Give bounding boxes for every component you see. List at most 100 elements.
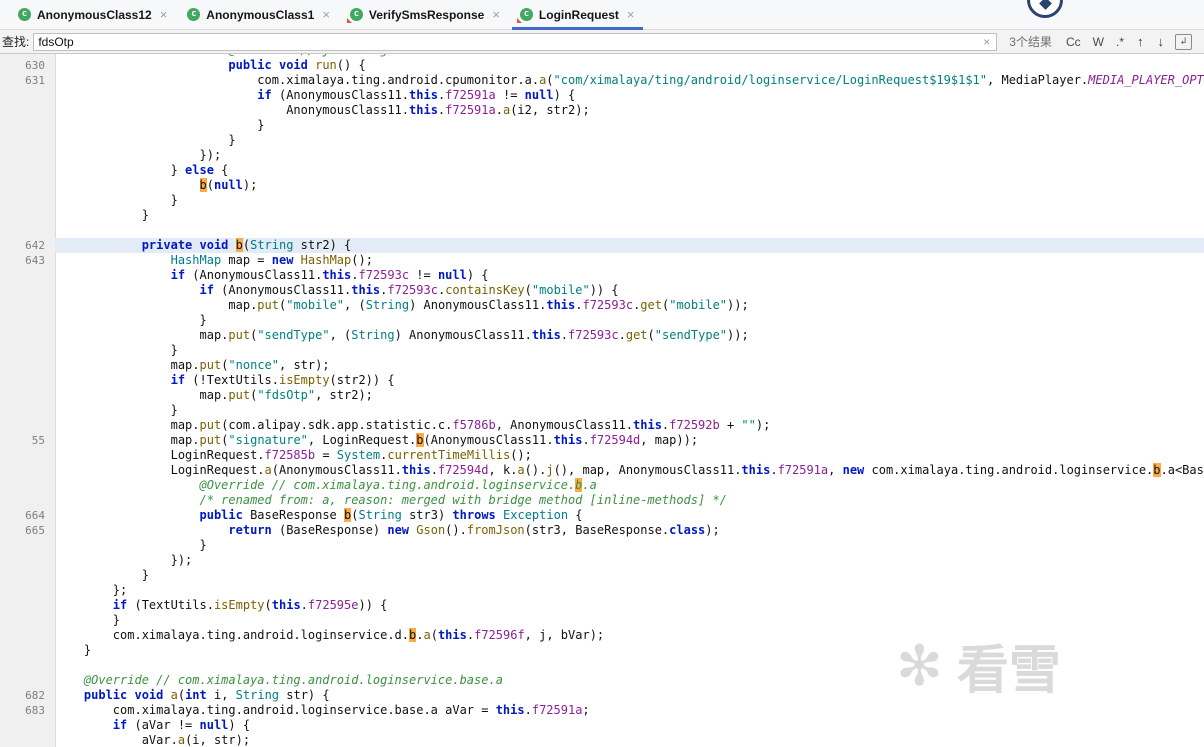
code-text[interactable]: b(null); <box>55 178 1204 193</box>
code-text[interactable]: } <box>55 538 1204 553</box>
code-text[interactable]: private void b(String str2) { <box>55 238 1204 253</box>
tab-label: AnonymousClass1 <box>206 7 315 22</box>
code-text[interactable]: return (BaseResponse) new Gson().fromJso… <box>55 523 1204 538</box>
code-text[interactable]: public void a(int i, String str) { <box>55 688 1204 703</box>
code-text[interactable]: if (AnonymousClass11.this.f72593c.contai… <box>55 283 1204 298</box>
line-number: 665 <box>25 524 45 537</box>
code-line: } <box>0 643 1204 658</box>
code-text[interactable]: }; <box>55 583 1204 598</box>
code-text[interactable]: aVar.a(i, str); <box>55 733 1204 747</box>
code-text[interactable]: HashMap map = new HashMap(); <box>55 253 1204 268</box>
line-number <box>0 538 55 553</box>
code-text[interactable]: if (aVar != null) { <box>55 718 1204 733</box>
code-text[interactable]: }); <box>55 148 1204 163</box>
clear-search-icon[interactable]: × <box>977 35 996 49</box>
search-extra-icon[interactable]: ↲ <box>1175 33 1192 50</box>
tab-close-icon[interactable]: × <box>322 8 330 21</box>
line-number <box>0 283 55 298</box>
code-text[interactable]: } <box>55 343 1204 358</box>
tab-LoginRequest[interactable]: c LoginRequest × <box>510 0 645 30</box>
code-text[interactable]: /* renamed from: a, reason: merged with … <box>55 493 1204 508</box>
tab-VerifySmsResponse[interactable]: c VerifySmsResponse × <box>340 0 510 29</box>
code-text[interactable]: @Override // com.ximalaya.ting.android.l… <box>55 673 1204 688</box>
code-text[interactable]: if (!TextUtils.isEmpty(str2)) { <box>55 373 1204 388</box>
next-match-button[interactable]: ↓ <box>1151 34 1172 49</box>
code-text[interactable]: } <box>55 313 1204 328</box>
code-text[interactable]: com.ximalaya.ting.android.loginservice.d… <box>55 628 1204 643</box>
line-number <box>0 673 55 688</box>
tab-AnonymousClass1[interactable]: c AnonymousClass1 × <box>177 0 340 29</box>
code-line: } else { <box>0 163 1204 178</box>
code-line: 664 public BaseResponse b(String str3) t… <box>0 508 1204 523</box>
search-toggles: Cc W .* <box>1060 35 1130 49</box>
tab-bar: c AnonymousClass12 × c AnonymousClass1 × c Veri… <box>0 0 1204 30</box>
code-text[interactable]: } <box>55 403 1204 418</box>
line-number <box>0 493 55 508</box>
code-text[interactable] <box>55 223 1204 238</box>
code-lines: @Override // java.lang.Runnable630 publi… <box>0 54 1204 747</box>
code-text[interactable] <box>55 658 1204 673</box>
code-text[interactable]: } <box>55 568 1204 583</box>
line-number <box>0 643 55 658</box>
line-number <box>0 718 55 733</box>
class-icon: c <box>516 8 533 23</box>
line-number <box>0 373 55 388</box>
code-text[interactable]: AnonymousClass11.this.f72591a.a(i2, str2… <box>55 103 1204 118</box>
class-icon: c <box>346 8 363 23</box>
code-text[interactable]: LoginRequest.f72585b = System.currentTim… <box>55 448 1204 463</box>
code-text[interactable]: if (AnonymousClass11.this.f72593c != nul… <box>55 268 1204 283</box>
code-text[interactable]: } <box>55 133 1204 148</box>
editor[interactable]: @Override // java.lang.Runnable630 publi… <box>0 54 1204 747</box>
code-text[interactable]: }); <box>55 553 1204 568</box>
code-text[interactable]: map.put("fdsOtp", str2); <box>55 388 1204 403</box>
code-text[interactable]: } <box>55 208 1204 223</box>
code-line: } <box>0 118 1204 133</box>
line-number <box>0 313 55 328</box>
line-number <box>0 418 55 433</box>
search-field[interactable]: × <box>33 32 998 51</box>
code-line: if (TextUtils.isEmpty(this.f72595e)) { <box>0 598 1204 613</box>
code-text[interactable]: } <box>55 643 1204 658</box>
code-text[interactable]: map.put(com.alipay.sdk.app.statistic.c.f… <box>55 418 1204 433</box>
line-number: 683 <box>25 704 45 717</box>
code-text[interactable]: @Override // com.ximalaya.ting.android.l… <box>55 478 1204 493</box>
whole-word-toggle[interactable]: W <box>1087 35 1110 49</box>
code-line: 642 private void b(String str2) { <box>0 238 1204 253</box>
code-text[interactable]: if (TextUtils.isEmpty(this.f72595e)) { <box>55 598 1204 613</box>
code-text[interactable]: } <box>55 613 1204 628</box>
line-number <box>0 448 55 463</box>
search-input[interactable] <box>34 34 978 49</box>
line-number <box>0 613 55 628</box>
code-text[interactable]: map.put("sendType", (String) AnonymousCl… <box>55 328 1204 343</box>
line-number <box>0 343 55 358</box>
code-text[interactable]: map.put("nonce", str); <box>55 358 1204 373</box>
match-case-toggle[interactable]: Cc <box>1060 35 1087 49</box>
line-number <box>0 403 55 418</box>
tab-close-icon[interactable]: × <box>627 8 635 21</box>
regex-toggle[interactable]: .* <box>1110 35 1130 49</box>
line-number <box>0 178 55 193</box>
code-text[interactable]: } <box>55 193 1204 208</box>
code-text[interactable]: } <box>55 118 1204 133</box>
class-icon: c <box>187 8 201 21</box>
code-line: } <box>0 613 1204 628</box>
tab-close-icon[interactable]: × <box>492 8 500 21</box>
line-number <box>0 103 55 118</box>
code-line: } <box>0 133 1204 148</box>
code-line: 55 map.put("signature", LoginRequest.b(A… <box>0 433 1204 448</box>
code-text[interactable]: public BaseResponse b(String str3) throw… <box>55 508 1204 523</box>
code-line <box>0 223 1204 238</box>
tab-AnonymousClass12[interactable]: c AnonymousClass12 × <box>8 0 177 29</box>
code-text[interactable]: if (AnonymousClass11.this.f72591a != nul… <box>55 88 1204 103</box>
code-text[interactable]: com.ximalaya.ting.android.cpumonitor.a.a… <box>55 73 1204 88</box>
code-text[interactable]: map.put("signature", LoginRequest.b(Anon… <box>55 433 1204 448</box>
prev-match-button[interactable]: ↑ <box>1130 34 1151 49</box>
code-text[interactable]: public void run() { <box>55 58 1204 73</box>
code-text[interactable]: } else { <box>55 163 1204 178</box>
code-text[interactable]: LoginRequest.a(AnonymousClass11.this.f72… <box>55 463 1204 478</box>
code-text[interactable]: map.put("mobile", (String) AnonymousClas… <box>55 298 1204 313</box>
code-text[interactable]: com.ximalaya.ting.android.loginservice.b… <box>55 703 1204 718</box>
find-label: 查找: <box>2 35 30 49</box>
line-number <box>0 358 55 373</box>
tab-close-icon[interactable]: × <box>160 8 168 21</box>
